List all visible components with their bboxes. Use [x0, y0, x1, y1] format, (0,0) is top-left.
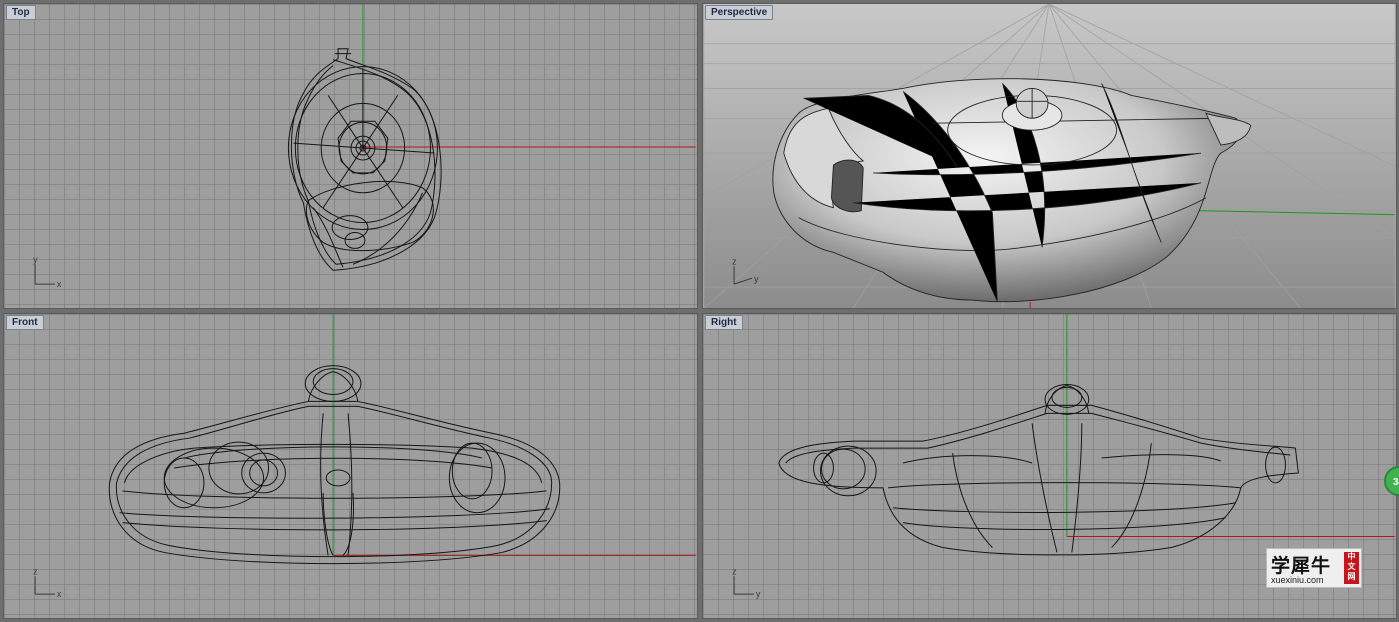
- viewport-label-right[interactable]: Right: [705, 315, 743, 330]
- teapot-front-wireframe: [108, 365, 561, 565]
- axis-label-z-persp: z: [732, 256, 737, 266]
- watermark-url: xuexiniu.com: [1271, 575, 1324, 585]
- site-watermark: 学犀牛 中文网 xuexiniu.com: [1266, 548, 1362, 588]
- viewport-front[interactable]: Front z x: [3, 313, 698, 619]
- axis-label-x: x: [57, 279, 62, 289]
- viewport-perspective[interactable]: Perspective z y: [702, 3, 1397, 309]
- axis-label-y: y: [33, 254, 38, 264]
- axis-label-x-front: x: [57, 589, 62, 599]
- watermark-badge: 中文网: [1344, 552, 1359, 584]
- teapot-right-wireframe: [778, 384, 1299, 556]
- axis-label-y-persp: y: [754, 274, 759, 284]
- viewport-label-top[interactable]: Top: [6, 5, 36, 20]
- viewport-top[interactable]: Top y x: [3, 3, 698, 309]
- perspective-view-canvas: z y: [703, 4, 1396, 308]
- axis-widget-right: [733, 576, 754, 595]
- axis-widget-top: [34, 264, 55, 285]
- top-view-canvas: y x: [33, 4, 696, 289]
- axis-label-z-front: z: [33, 566, 38, 576]
- axis-label-z-right: z: [732, 566, 737, 576]
- front-view-canvas: z x: [33, 314, 696, 599]
- viewport-label-perspective[interactable]: Perspective: [705, 5, 774, 20]
- viewport-label-front[interactable]: Front: [6, 315, 44, 330]
- axis-label-y-right: y: [756, 589, 761, 599]
- axis-widget-front: [34, 576, 55, 595]
- watermark-chinese-text: 学犀牛: [1271, 555, 1332, 577]
- teapot-top-wireframe: [287, 48, 442, 271]
